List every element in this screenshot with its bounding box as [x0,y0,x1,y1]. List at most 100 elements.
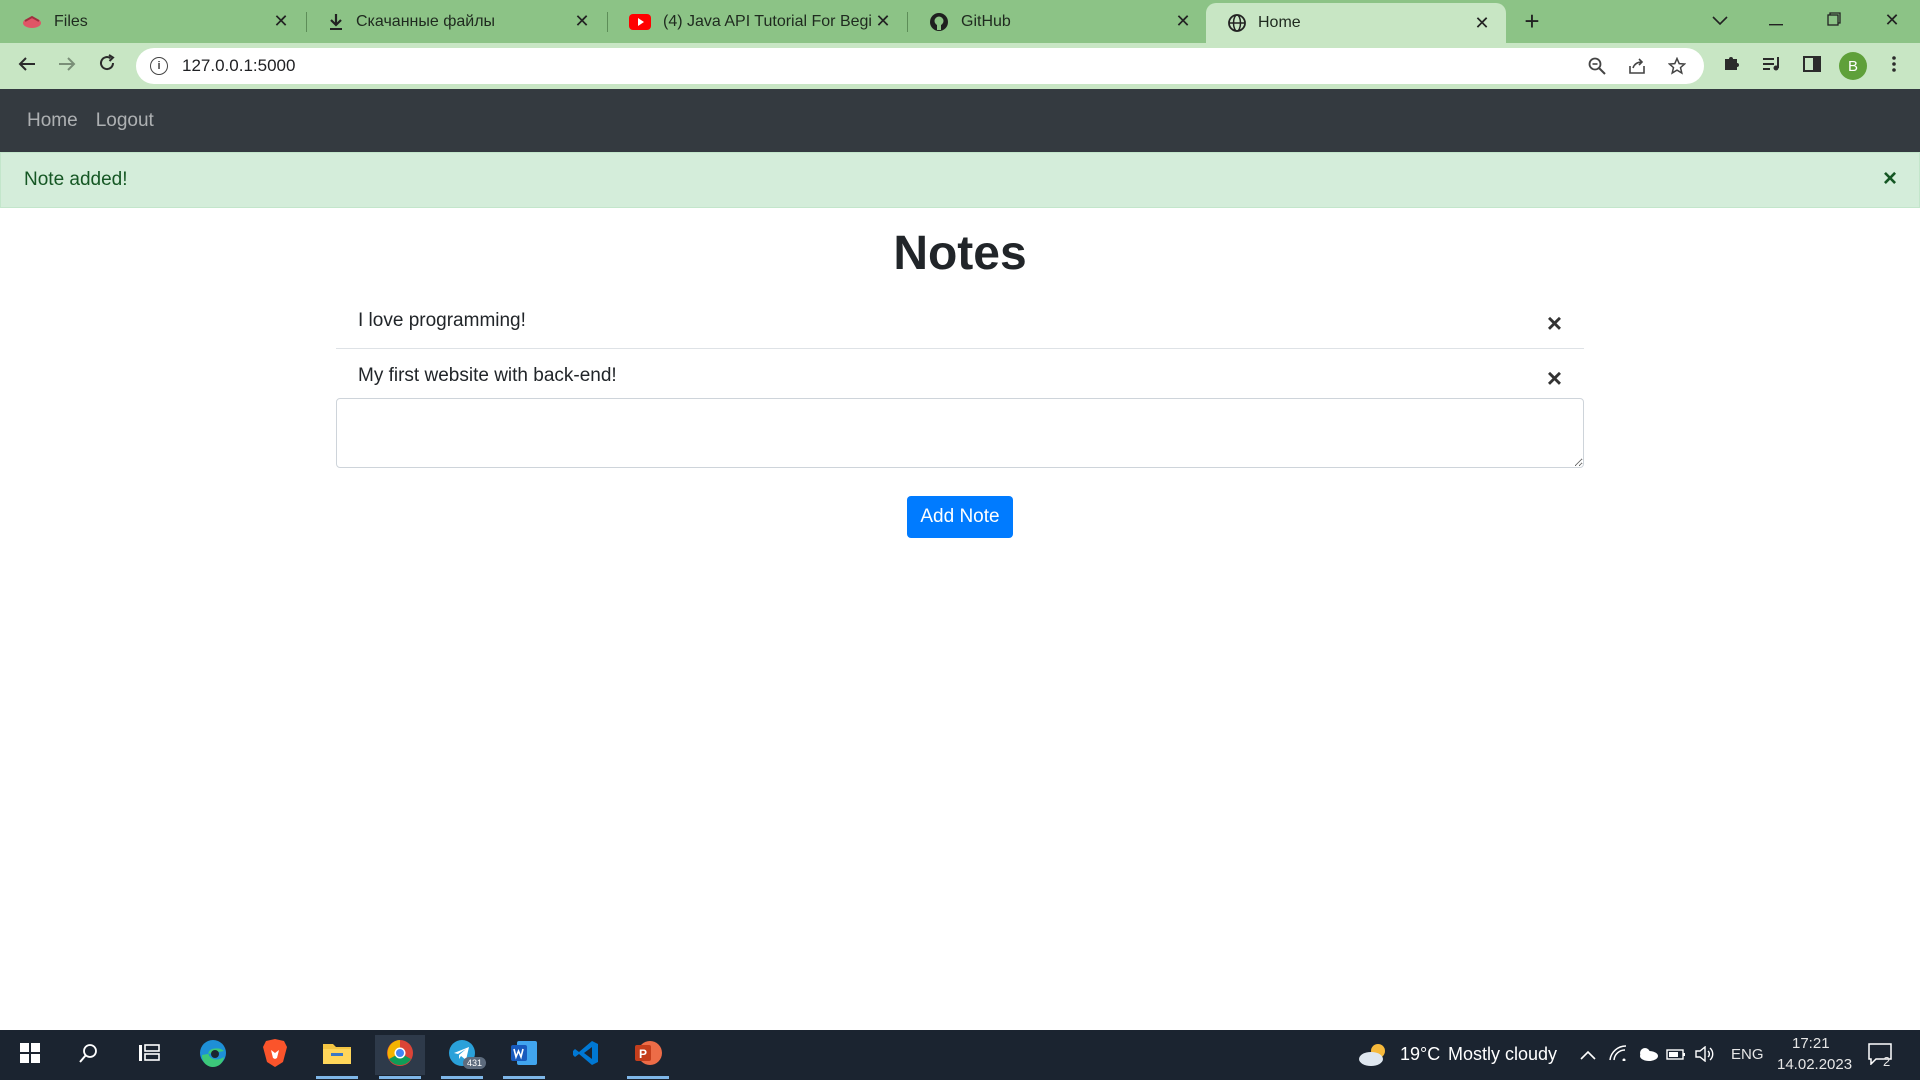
minimize-icon [1769,10,1783,31]
language-indicator[interactable]: ENG [1731,1046,1764,1063]
add-note-button[interactable]: Add Note [907,496,1013,538]
arrow-left-icon [18,55,36,78]
reload-button[interactable] [91,50,123,82]
windows-logo-icon [20,1042,40,1068]
search-button[interactable] [64,1035,114,1075]
extensions-button[interactable] [1715,50,1747,82]
github-icon [929,12,949,32]
clock-date[interactable]: 14.02.2023 [1777,1056,1852,1073]
close-icon[interactable]: ✕ [1173,11,1193,32]
tab-title: (4) Java API Tutorial For Beginners [663,12,873,30]
delete-note-button[interactable]: × [1547,363,1562,394]
new-tab-button[interactable]: + [1517,6,1547,36]
menu-button[interactable] [1878,50,1910,82]
address-bar[interactable]: i 127.0.0.1:5000 [136,48,1704,84]
taskbar-word[interactable] [499,1035,549,1079]
list-item: My first website with back-end! × [336,349,1584,404]
chevron-up-icon[interactable] [1580,1047,1596,1065]
forward-button[interactable] [51,50,83,82]
url-text: 127.0.0.1:5000 [182,56,296,75]
delete-note-button[interactable]: × [1547,308,1562,339]
running-indicator [503,1076,545,1079]
tab-youtube[interactable]: (4) Java API Tutorial For Beginners ✕ [607,0,907,43]
note-text: My first website with back-end! [358,365,617,386]
media-control-button[interactable] [1756,50,1788,82]
more-vertical-icon [1892,55,1896,78]
running-indicator [441,1076,483,1079]
taskbar-edge[interactable] [188,1035,238,1075]
close-icon[interactable]: ✕ [1472,13,1492,33]
vscode-icon [572,1039,600,1072]
close-icon: ✕ [1884,9,1900,30]
windows-taskbar: 431 P 19°C Mostly cloudy ENG 17:21 14.02… [0,1030,1920,1080]
tab-home[interactable]: Home ✕ [1206,3,1506,43]
start-button[interactable] [5,1035,55,1075]
restore-icon [1827,10,1841,31]
close-icon[interactable]: ✕ [271,11,291,32]
chrome-icon [385,1038,415,1073]
weather-temp[interactable]: 19°C [1400,1044,1440,1065]
nav-logout-link[interactable]: Logout [96,110,154,132]
taskbar-chrome[interactable] [375,1035,425,1079]
taskbar-powerpoint[interactable]: P [623,1035,673,1079]
info-icon[interactable]: i [150,57,168,75]
weather-condition[interactable]: Mostly cloudy [1448,1044,1557,1065]
alert-close-button[interactable]: × [1883,167,1897,191]
powerpoint-icon: P [633,1038,663,1073]
tab-github[interactable]: GitHub ✕ [907,0,1207,43]
taskbar-telegram[interactable]: 431 [437,1035,487,1079]
battery-icon[interactable] [1666,1047,1686,1066]
minimize-button[interactable] [1748,0,1804,40]
running-indicator [379,1076,421,1079]
wifi-icon[interactable] [1609,1045,1627,1066]
word-icon [509,1039,539,1072]
profile-avatar[interactable]: B [1839,52,1867,80]
onedrive-icon[interactable] [1637,1047,1659,1066]
share-icon[interactable] [1622,52,1652,80]
tab-search-button[interactable] [1692,0,1748,40]
nav-home-link[interactable]: Home [27,110,78,132]
tab-title: Files [54,12,88,30]
close-icon[interactable]: ✕ [873,11,893,32]
side-panel-button[interactable] [1796,50,1828,82]
taskbar-file-explorer[interactable] [312,1035,362,1079]
close-window-button[interactable]: ✕ [1864,0,1920,40]
puzzle-icon [1722,54,1740,78]
zoom-icon[interactable] [1582,52,1612,80]
volume-icon[interactable] [1695,1045,1715,1067]
taskbar-vscode[interactable] [561,1035,611,1075]
search-icon [79,1043,99,1068]
tab-title: GitHub [961,12,1011,30]
taskbar-brave[interactable] [250,1035,300,1075]
download-icon [328,13,344,31]
folder-icon [322,1040,352,1071]
tab-downloads[interactable]: Скачанные файлы ✕ [306,0,606,43]
notes-list: I love programming! × My first website w… [336,294,1584,404]
side-panel-icon [1803,55,1821,78]
tab-files[interactable]: Files ✕ [0,0,305,43]
bookmark-star-icon[interactable] [1662,52,1692,80]
restore-button[interactable] [1806,0,1862,40]
back-button[interactable] [11,50,43,82]
page-title: Notes [893,227,1027,280]
weather-icon[interactable] [1358,1042,1390,1073]
reload-icon [98,54,116,78]
chevron-down-icon [1712,10,1728,31]
tab-title: Home [1258,14,1301,31]
arrow-right-icon [58,55,76,78]
notification-count: 2 [1883,1054,1891,1069]
telegram-badge: 431 [463,1057,487,1069]
running-indicator [316,1076,358,1079]
list-item: I love programming! × [336,294,1584,349]
clock-time[interactable]: 17:21 [1792,1035,1830,1052]
svg-text:P: P [639,1047,647,1061]
task-view-button[interactable] [124,1035,174,1075]
running-indicator [627,1076,669,1079]
close-icon[interactable]: ✕ [572,11,592,32]
site-navbar: Home Logout [0,89,1920,152]
success-alert: Note added! × [0,152,1920,208]
note-input[interactable] [336,398,1584,468]
task-view-icon [138,1043,160,1068]
browser-window: Files ✕ Скачанные файлы ✕ (4) Java API T… [0,0,1920,1080]
globe-icon [1228,14,1246,32]
